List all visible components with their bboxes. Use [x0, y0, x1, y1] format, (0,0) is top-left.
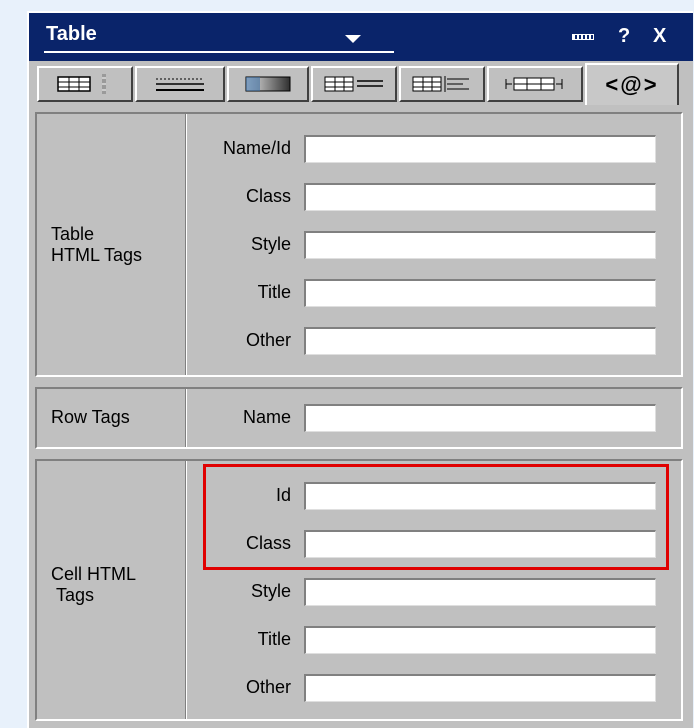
- rows-tab[interactable]: [311, 66, 397, 102]
- id-label: Id: [275, 485, 291, 505]
- cell-id-field[interactable]: [304, 482, 656, 510]
- name-label: Name: [242, 407, 291, 427]
- row-tags-label: Row Tags: [51, 407, 130, 427]
- style-label: Style: [250, 234, 291, 254]
- html-tags-tab[interactable]: <@>: [585, 63, 679, 105]
- cell-html-tags-label: Cell HTML Tags: [51, 564, 136, 606]
- tab-strip: <@>: [29, 63, 693, 109]
- cell-class-field[interactable]: [304, 530, 656, 558]
- collapse-icon[interactable]: [572, 34, 594, 40]
- table-class-field[interactable]: [304, 183, 656, 211]
- section-divider: [185, 461, 187, 719]
- table-label-line1: Table: [51, 224, 95, 244]
- table-format-tab[interactable]: [37, 66, 133, 102]
- class-label: Class: [245, 533, 291, 553]
- table-grid-icon: [57, 74, 106, 94]
- borders-tab[interactable]: [135, 66, 225, 102]
- close-icon[interactable]: X: [653, 25, 666, 48]
- title-label: Title: [257, 629, 291, 649]
- row-name-field[interactable]: [304, 404, 656, 432]
- table-style-field[interactable]: [304, 231, 656, 259]
- table-label-line2: HTML Tags: [51, 245, 143, 265]
- row-format-icon: [324, 76, 383, 92]
- class-label: Class: [245, 186, 291, 206]
- cell-other-field[interactable]: [304, 674, 656, 702]
- row-tags-section: Row Tags Name: [35, 387, 683, 449]
- table-html-tags-section: Table HTML Tags Name/Id Class Style Titl…: [35, 112, 683, 377]
- dropdown-arrow-icon[interactable]: [345, 35, 361, 43]
- section-divider: [185, 114, 187, 375]
- table-name-id-field[interactable]: [304, 135, 656, 163]
- spacing-tab[interactable]: [487, 66, 583, 102]
- table-title-field[interactable]: [304, 279, 656, 307]
- border-lines-icon: [156, 78, 204, 91]
- gradient-fill-icon: [245, 76, 291, 92]
- section-divider: [185, 389, 187, 447]
- name-id-label: Name/Id: [222, 138, 291, 158]
- cell-align-tab[interactable]: [399, 66, 485, 102]
- cell-spacing-icon: [505, 77, 563, 91]
- title-bar: Table ? X: [29, 13, 693, 61]
- html-tags-tab-label: <@>: [605, 72, 659, 97]
- style-label: Style: [250, 581, 291, 601]
- cell-html-tags-section: Cell HTML Tags Id Class Style Title Othe…: [35, 459, 683, 721]
- panel-title: Table: [46, 23, 97, 45]
- title-dropdown-underline[interactable]: [44, 51, 394, 53]
- cell-title-field[interactable]: [304, 626, 656, 654]
- table-other-field[interactable]: [304, 327, 656, 355]
- cell-label-line1: Cell HTML: [51, 564, 137, 584]
- cell-style-field[interactable]: [304, 578, 656, 606]
- title-label: Title: [257, 282, 291, 302]
- other-label: Other: [245, 330, 291, 350]
- table-html-tags-label: Table HTML Tags: [51, 224, 142, 266]
- help-icon[interactable]: ?: [618, 25, 630, 48]
- background-tab[interactable]: [227, 66, 309, 102]
- cell-label-line2: Tags: [56, 585, 95, 605]
- other-label: Other: [245, 677, 291, 697]
- table-panel-window: Table ? X <@> Table HTML Tags Name/Id Cl…: [27, 11, 693, 728]
- cell-align-icon: [412, 76, 469, 92]
